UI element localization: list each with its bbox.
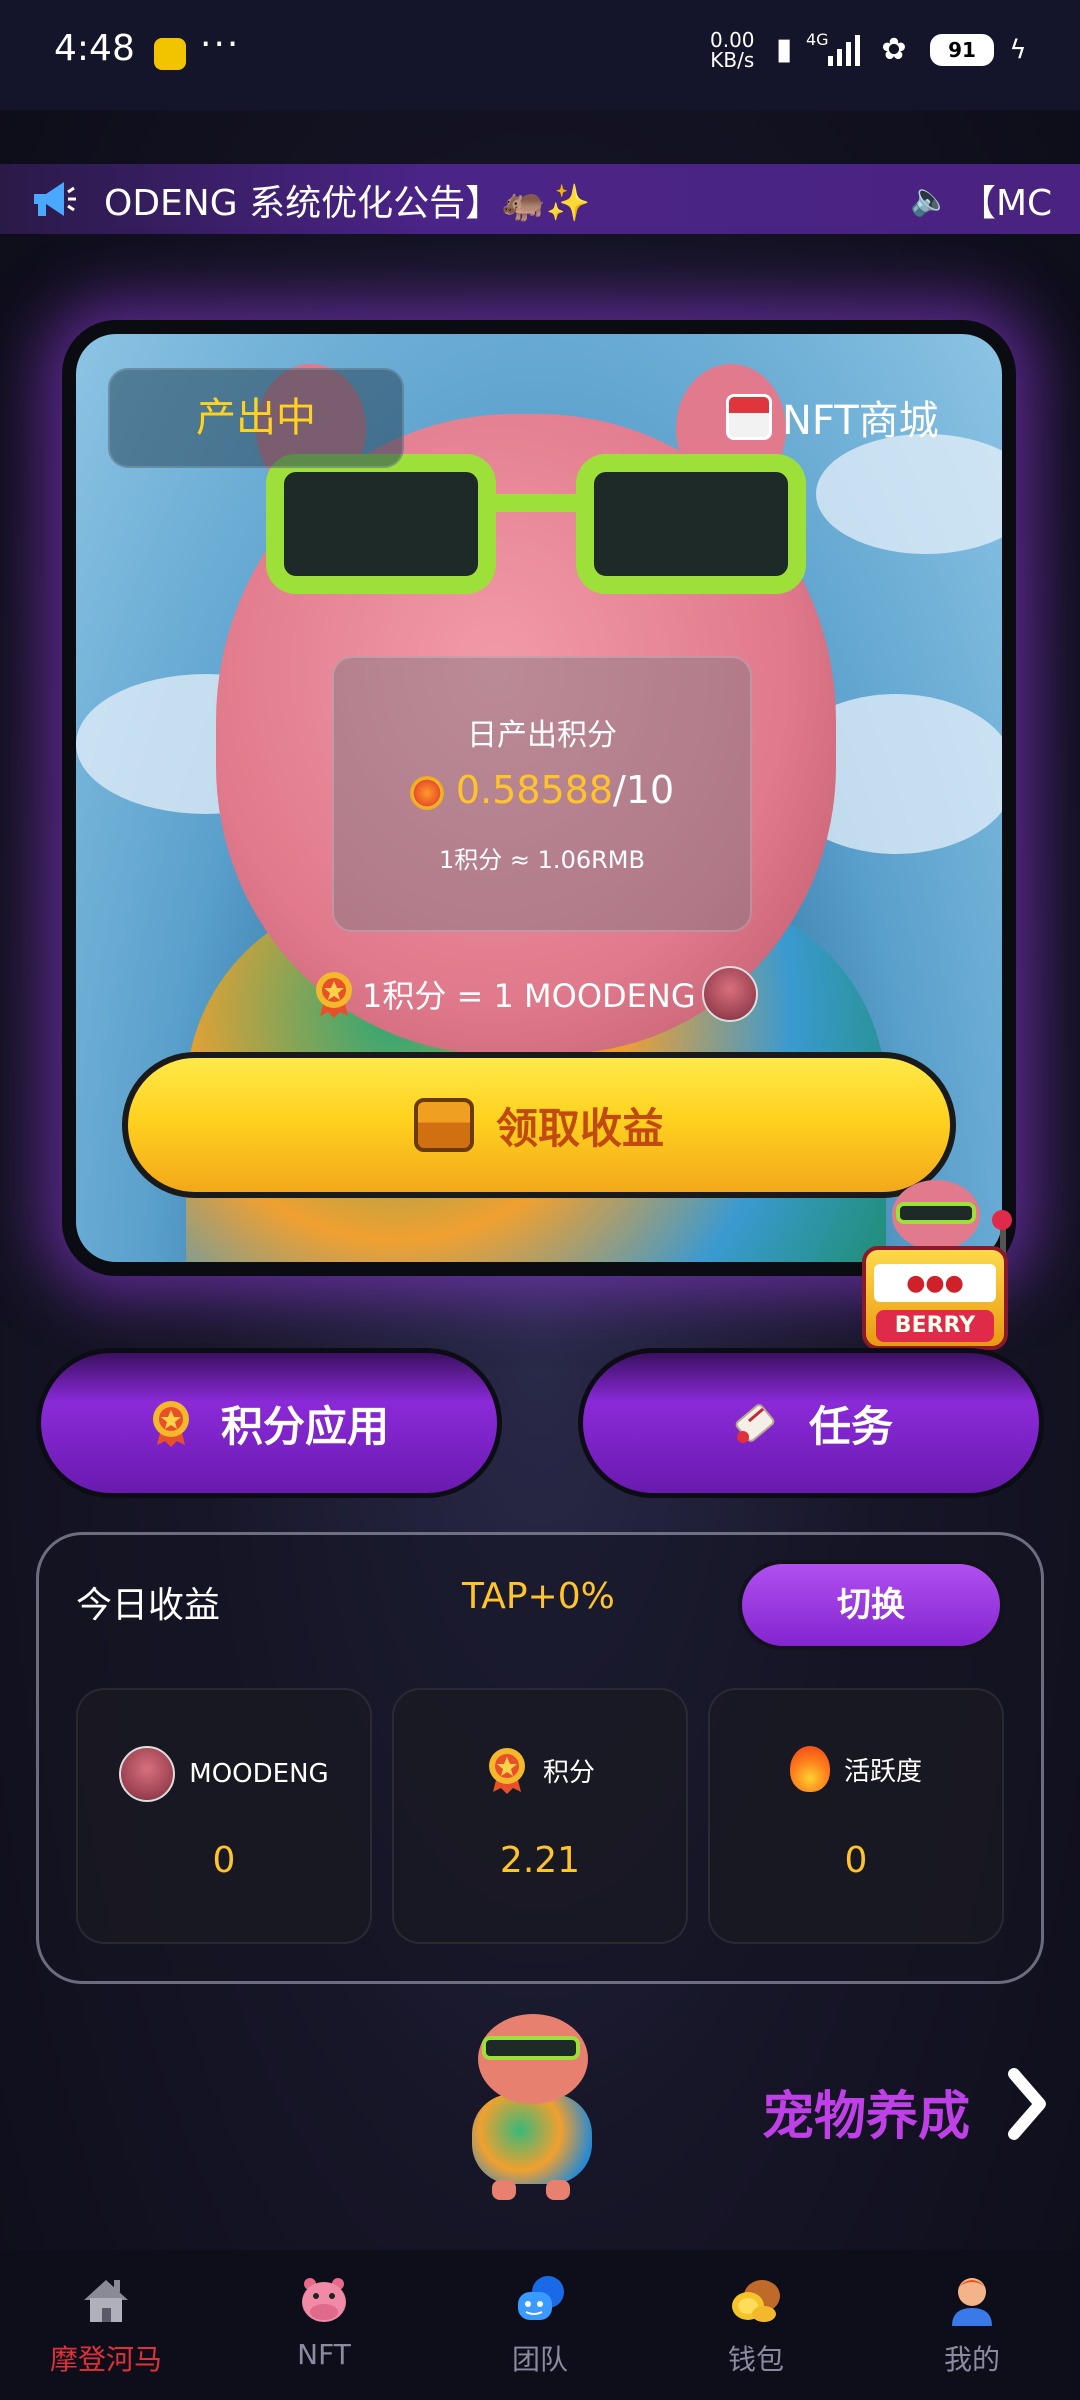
nav-label: NFT — [297, 2338, 351, 2371]
moodeng-rate: 1积分 = 1 MOODENG — [312, 966, 758, 1022]
network-speed: 0.00 KB/s — [710, 28, 755, 72]
user-icon — [952, 2278, 992, 2326]
stat-label: 活跃度 — [843, 1756, 922, 1787]
signal-bars-icon — [826, 32, 862, 68]
daily-output-value: 0.58588/10 — [334, 768, 750, 812]
pet-hippo-image[interactable] — [448, 2014, 608, 2200]
charging-icon: ϟ — [1009, 35, 1027, 65]
chat-bubbles-icon — [518, 2276, 564, 2320]
stat-label: 积分 — [542, 1757, 595, 1788]
moodeng-avatar — [119, 1746, 176, 1802]
tap-bonus-label: TAP+0% — [462, 1576, 615, 1617]
nav-wallet[interactable]: 钱包 — [666, 2272, 846, 2382]
announcement-text: ODENG 系统优化公告】🦛✨ — [104, 183, 591, 224]
claim-earnings-button[interactable]: 领取收益 — [122, 1052, 956, 1198]
points-medal-icon — [488, 1748, 525, 1794]
producing-status-badge: 产出中 — [108, 368, 404, 468]
stat-value: 2.21 — [499, 1840, 581, 1881]
moodeng-avatar — [701, 966, 758, 1022]
stat-value: 0 — [844, 1840, 868, 1881]
nft-mall-label: NFT商城 — [782, 398, 939, 444]
nav-label: 团队 — [511, 2343, 568, 2376]
nav-team[interactable]: 团队 — [450, 2272, 630, 2382]
slot-berry-label: BERRY — [876, 1310, 994, 1342]
speaker-icon: 🔈 — [910, 180, 950, 218]
status-time: 4:48 — [54, 28, 135, 69]
pet-raising-link[interactable]: 宠物养成 — [762, 2074, 970, 2149]
daily-output-panel: 日产出积分 0.58588/10 1积分 ≈ 1.06RMB — [332, 656, 752, 932]
treasure-chest-icon — [413, 1098, 474, 1152]
activity-earnings-card: 活跃度 0 — [708, 1688, 1004, 1944]
points-coin-icon — [409, 775, 444, 810]
sim-icon: ▮ — [775, 32, 793, 67]
chevron-right-icon[interactable] — [1006, 2068, 1046, 2140]
points-medal-icon — [316, 972, 352, 1018]
shop-icon — [726, 394, 772, 440]
scroll-icon — [735, 1404, 775, 1443]
nav-nft[interactable]: NFT — [234, 2272, 414, 2382]
today-earnings-title: 今日收益 — [76, 1585, 221, 1626]
nav-home[interactable]: 摩登河马 — [16, 2272, 196, 2382]
battery-indicator: 91 — [930, 34, 994, 66]
slot-berry-game-button[interactable]: ●●● BERRY — [852, 1180, 1012, 1354]
flame-icon — [789, 1746, 830, 1792]
nav-label: 摩登河马 — [49, 2343, 162, 2376]
points-apps-button[interactable]: 积分应用 — [36, 1348, 502, 1498]
settings-flower-icon: ✿ — [881, 32, 907, 67]
nav-label: 我的 — [943, 2343, 1000, 2376]
tasks-button[interactable]: 任务 — [578, 1348, 1044, 1498]
nft-mall-link[interactable]: NFT商城 — [726, 388, 939, 446]
announcement-marquee[interactable]: ODENG 系统优化公告】🦛✨ 🔈 【MC — [0, 164, 1080, 234]
coins-icon — [732, 2280, 780, 2322]
announcement-text-next: 【MC — [960, 183, 1053, 224]
stat-label: MOODENG — [189, 1759, 329, 1789]
message-app-icon — [154, 38, 186, 70]
rmb-rate: 1积分 ≈ 1.06RMB — [439, 846, 645, 874]
stat-value: 0 — [212, 1840, 236, 1881]
points-medal-icon — [152, 1401, 189, 1447]
megaphone-icon — [34, 182, 76, 216]
hippo-face-icon — [302, 2278, 346, 2322]
nav-label: 钱包 — [727, 2343, 784, 2376]
more-notifications-icon: ··· — [200, 24, 241, 65]
nav-mine[interactable]: 我的 — [882, 2272, 1062, 2382]
daily-output-title: 日产出积分 — [467, 718, 617, 753]
switch-button[interactable]: 切换 — [738, 1560, 1004, 1650]
house-icon — [84, 2280, 128, 2322]
moodeng-earnings-card: MOODENG 0 — [76, 1688, 372, 1944]
points-earnings-card: 积分 2.21 — [392, 1688, 688, 1944]
